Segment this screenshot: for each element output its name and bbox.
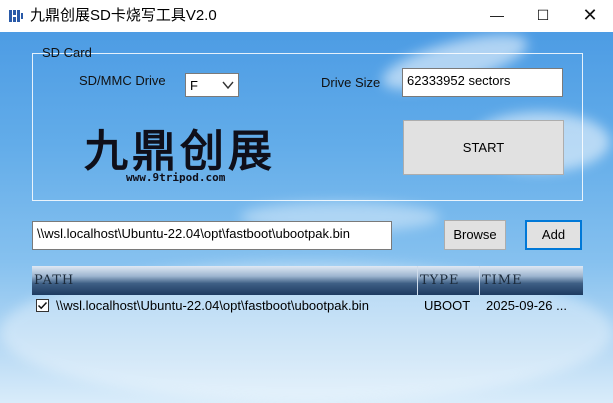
logo-text: 九鼎创展 [84,126,276,177]
window-title: 九鼎创展SD卡烧写工具V2.0 [30,7,217,24]
column-header-path[interactable]: PATH [32,266,418,295]
add-button[interactable]: Add [525,220,582,250]
row-checkbox[interactable] [36,299,49,312]
title-bar[interactable]: 九鼎创展SD卡烧写工具V2.0 — ☐ ✕ [0,0,613,32]
drive-select-value: F [190,78,198,93]
row-path: \\wsl.localhost\Ubuntu-22.04\opt\fastboo… [56,298,369,313]
checkmark-icon [37,301,48,310]
start-button[interactable]: START [403,120,564,175]
client-area: SD Card SD/MMC Drive F Drive Size 623339… [0,32,613,403]
browse-button[interactable]: Browse [444,220,506,250]
drive-size-label: Drive Size [321,75,381,90]
drive-select[interactable]: F [185,73,239,97]
minimize-button[interactable]: — [474,0,520,32]
maximize-button[interactable]: ☐ [520,0,566,32]
drive-size-field[interactable]: 62333952 sectors [402,68,563,97]
sd-card-group-label: SD Card [42,45,92,60]
list-header: PATH TYPE TIME [32,266,583,295]
logo-url: www.9tripod.com [126,171,226,184]
file-path-input[interactable]: \\wsl.localhost\Ubuntu-22.04\opt\fastboo… [32,221,392,250]
row-time: 2025-09-26 ... [486,298,567,313]
close-button[interactable]: ✕ [567,0,613,32]
row-type: UBOOT [424,298,471,313]
list-row[interactable]: \\wsl.localhost\Ubuntu-22.04\opt\fastboo… [32,295,583,317]
file-list[interactable]: PATH TYPE TIME \\wsl.localhost\Ubuntu-22… [32,266,583,403]
column-header-type[interactable]: TYPE [418,266,480,295]
chevron-down-icon [222,81,234,90]
column-header-time[interactable]: TIME [480,266,583,295]
drive-label: SD/MMC Drive [79,73,166,88]
app-icon [8,8,24,24]
